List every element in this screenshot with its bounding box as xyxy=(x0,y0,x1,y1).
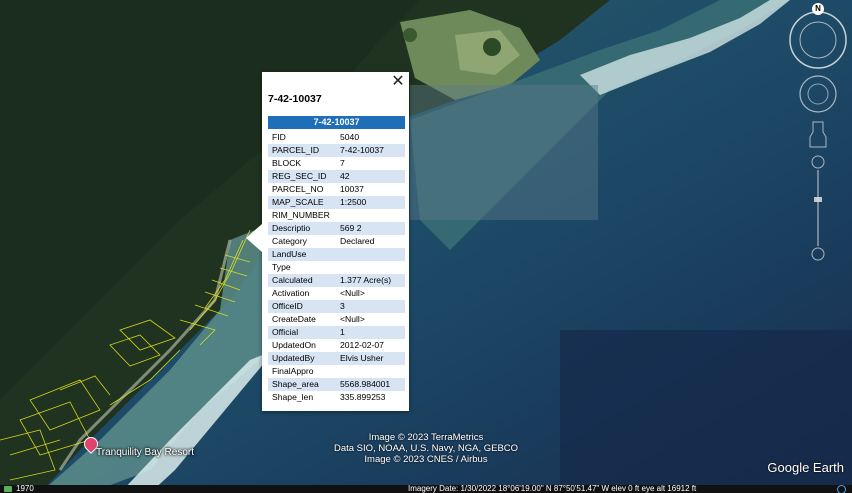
attribute-row: LandUse xyxy=(268,248,405,261)
place-label[interactable]: Tranquility Bay Resort xyxy=(96,447,194,458)
attribute-value: 569 2 xyxy=(336,222,405,235)
parcel-info-popup: ✕ 7-42-10037 7-42-10037 FID 5040 PARCEL_ID… xyxy=(246,72,409,411)
attribute-row: FinalAppro xyxy=(268,365,405,378)
attribute-key: PARCEL_NO xyxy=(272,184,324,194)
attribute-value xyxy=(336,365,405,378)
attribute-key: UpdatedOn xyxy=(272,340,316,350)
attribute-value: Elvis Usher xyxy=(336,352,405,365)
attribute-value: 1.377 Acre(s) xyxy=(336,274,405,287)
map-imagery xyxy=(0,0,852,493)
attribute-value: 1 xyxy=(336,326,405,339)
navigation-controls: N xyxy=(788,2,850,272)
attribute-value: <Null> xyxy=(340,314,365,324)
attribute-value: 5040 xyxy=(340,132,360,142)
attribute-row: OfficeID 3 xyxy=(268,300,405,313)
attribute-key: OfficeID xyxy=(268,300,336,313)
credit-line: Image © 2023 CNES / Airbus xyxy=(364,454,488,465)
attribute-key: Shape_len xyxy=(272,392,314,402)
compass-ring-icon[interactable] xyxy=(789,11,847,69)
attribute-key: Category xyxy=(272,236,307,246)
attribute-key: Official xyxy=(268,326,336,339)
attribute-key: CreateDate xyxy=(272,314,316,324)
popup-table-header: 7-42-10037 xyxy=(268,116,405,129)
attribute-value: 335.899253 xyxy=(340,392,386,402)
popup-title: 7-42-10037 xyxy=(268,93,322,105)
attribute-value xyxy=(336,261,405,274)
attribute-row: Type xyxy=(268,261,405,274)
attribute-key: Activation xyxy=(272,288,310,298)
attribute-row: REG_SEC_ID 42 xyxy=(268,170,405,183)
historical-year[interactable]: 1970 xyxy=(16,485,34,493)
attribute-key: REG_SEC_ID xyxy=(268,170,336,183)
google-earth-logo: Google Earth xyxy=(767,460,844,475)
attribute-key: FinalAppro xyxy=(272,366,314,376)
attribute-row: Descriptio 569 2 xyxy=(268,222,405,235)
attribute-value: 1:2500 xyxy=(336,196,405,209)
attribute-row: CreateDate <Null> xyxy=(268,313,405,326)
attribute-value: 7-42-10037 xyxy=(336,144,405,157)
attribute-value xyxy=(336,209,405,222)
zoom-in-icon[interactable] xyxy=(811,155,825,169)
credit-line: Data SIO, NOAA, U.S. Navy, NGA, GEBCO xyxy=(333,443,519,454)
attribute-row: UpdatedBy Elvis Usher xyxy=(268,352,405,365)
attribute-table: FID 5040 PARCEL_ID 7-42-10037 BLOCK 7 REG_SEC_… xyxy=(268,131,405,404)
attribute-row: BLOCK 7 xyxy=(268,157,405,170)
attribute-key: MAP_SCALE xyxy=(268,196,336,209)
compass-north-icon[interactable]: N xyxy=(812,3,824,15)
attribute-key: BLOCK xyxy=(272,158,302,168)
attribute-row: MAP_SCALE 1:2500 xyxy=(268,196,405,209)
attribute-value: 3 xyxy=(336,300,405,313)
imagery-credits: Image © 2023 TerraMetrics Data SIO, NOAA… xyxy=(300,432,552,465)
attribute-key: Descriptio xyxy=(268,222,336,235)
attribute-key: RIM_NUMBER xyxy=(272,210,330,220)
close-icon[interactable]: ✕ xyxy=(390,74,406,90)
status-bar: 1970 Imagery Date: 1/30/2022 18°06'19.00… xyxy=(0,485,852,493)
search-icon[interactable] xyxy=(837,485,846,493)
nav-control-graphics xyxy=(789,11,847,261)
satellite-map[interactable] xyxy=(0,0,852,493)
attribute-row: Category Declared xyxy=(268,235,405,248)
attribute-value: <Null> xyxy=(340,288,365,298)
attribute-value xyxy=(336,248,405,261)
attribute-key: UpdatedBy xyxy=(268,352,336,365)
attribute-row: Shape_area 5568.984001 xyxy=(268,378,405,391)
attribute-row: PARCEL_NO 10037 xyxy=(268,183,405,196)
attribute-row: Official 1 xyxy=(268,326,405,339)
attribute-row: PARCEL_ID 7-42-10037 xyxy=(268,144,405,157)
look-joystick-icon[interactable] xyxy=(799,75,837,113)
attribute-key: Calculated xyxy=(268,274,336,287)
credit-line: Image © 2023 TerraMetrics xyxy=(368,432,484,443)
zoom-slider-handle[interactable] xyxy=(814,197,822,202)
attribute-row: UpdatedOn 2012-02-07 xyxy=(268,339,405,352)
zoom-out-icon[interactable] xyxy=(811,247,825,261)
attribute-row: Activation <Null> xyxy=(268,287,405,300)
attribute-value: 42 xyxy=(336,170,405,183)
attribute-key: LandUse xyxy=(268,248,336,261)
attribute-key: Shape_area xyxy=(268,378,336,391)
historical-imagery-icon[interactable] xyxy=(4,486,12,492)
attribute-value: 5568.984001 xyxy=(336,378,405,391)
attribute-value: 10037 xyxy=(340,184,364,194)
attribute-value: 7 xyxy=(340,158,345,168)
attribute-key: FID xyxy=(272,132,286,142)
street-view-pegman-icon[interactable] xyxy=(809,121,827,148)
attribute-key: PARCEL_ID xyxy=(268,144,336,157)
attribute-row: Calculated 1.377 Acre(s) xyxy=(268,274,405,287)
attribute-row: RIM_NUMBER xyxy=(268,209,405,222)
attribute-value: Declared xyxy=(340,236,375,246)
attribute-row: FID 5040 xyxy=(268,131,405,144)
attribute-row: Shape_len 335.899253 xyxy=(268,391,405,404)
popup-pointer xyxy=(246,224,262,252)
attribute-key: Type xyxy=(272,262,291,272)
status-info: Imagery Date: 1/30/2022 18°06'19.00" N 8… xyxy=(408,485,697,493)
attribute-value: 2012-02-07 xyxy=(340,340,384,350)
